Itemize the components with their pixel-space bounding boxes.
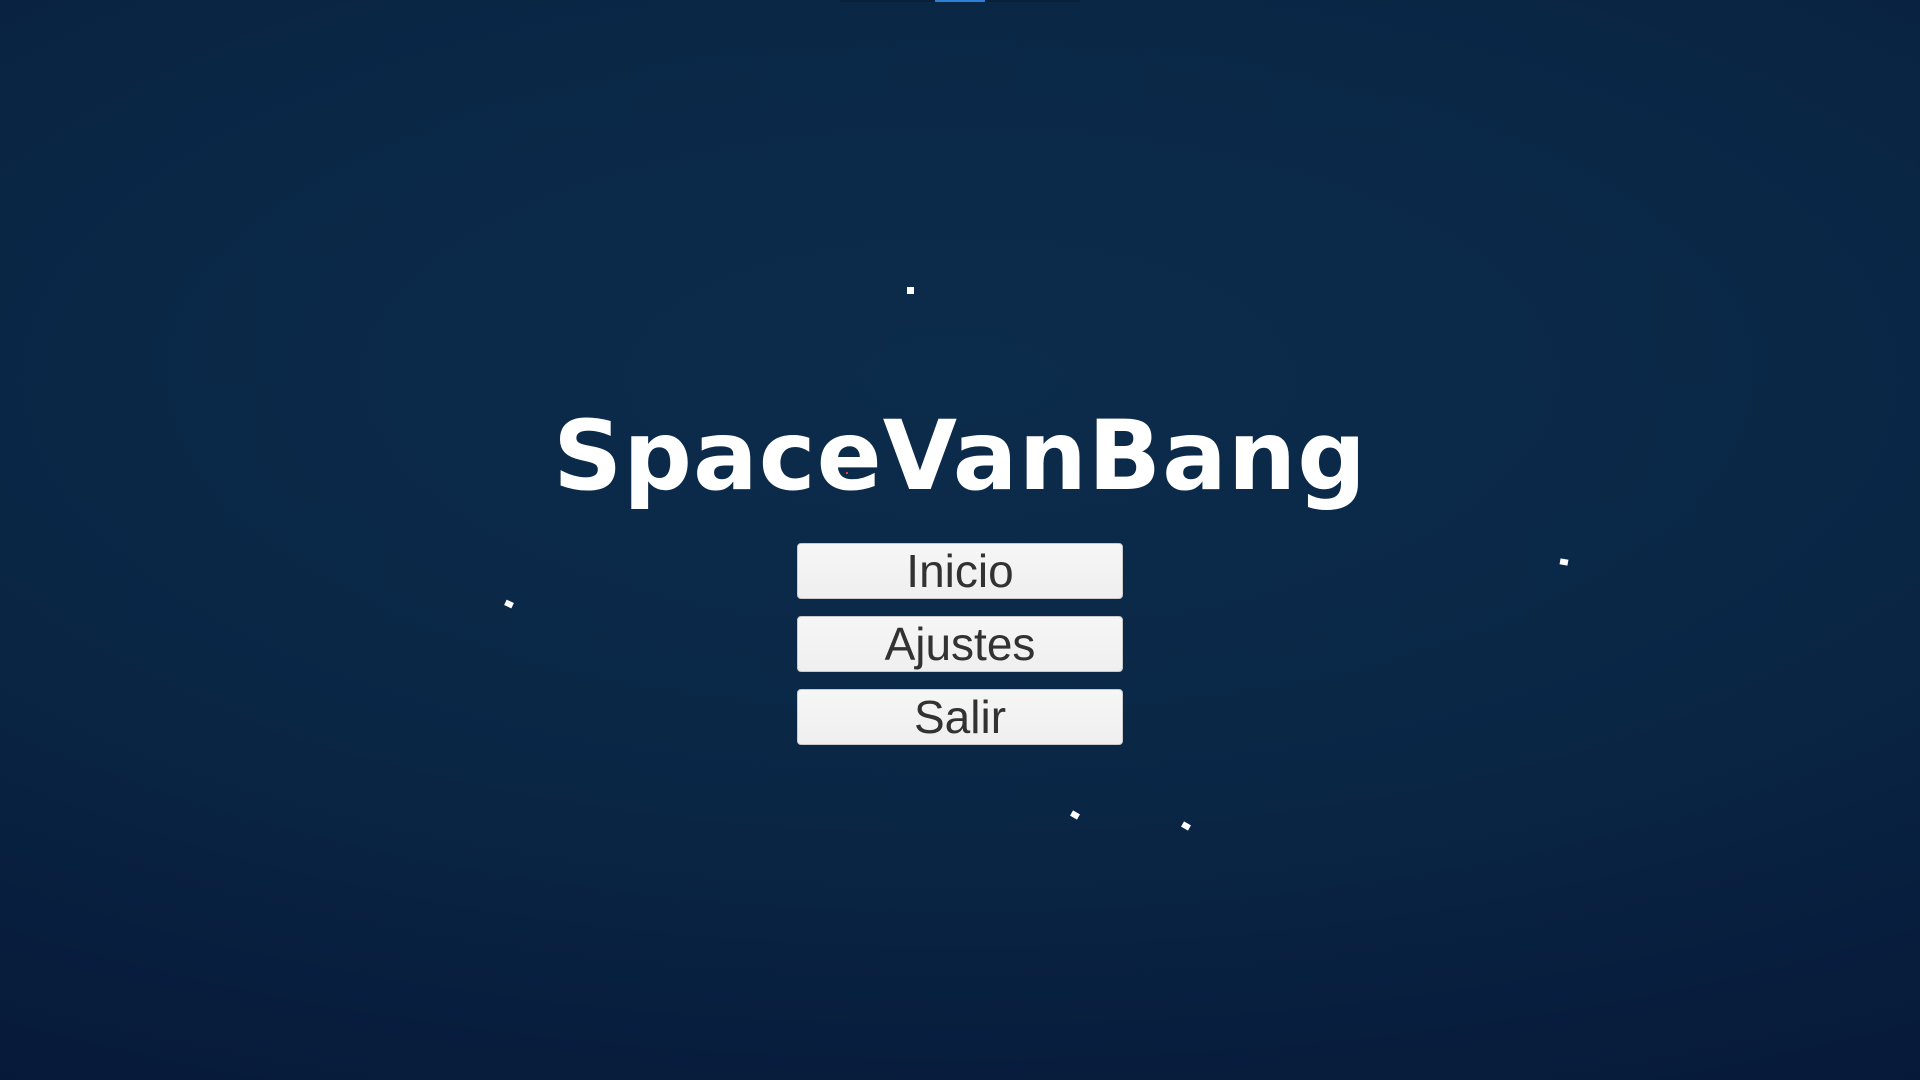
- star-particle: [1559, 558, 1569, 566]
- settings-button[interactable]: Ajustes: [797, 616, 1123, 672]
- debug-pixel: [846, 472, 848, 474]
- top-loading-bar-fill: [935, 0, 985, 2]
- star-particle: [907, 287, 914, 294]
- star-particle: [1070, 810, 1080, 820]
- main-menu: Inicio Ajustes Salir: [797, 543, 1123, 762]
- exit-button[interactable]: Salir: [797, 689, 1123, 745]
- game-title: SpaceVanBang: [553, 400, 1367, 512]
- start-button[interactable]: Inicio: [797, 543, 1123, 599]
- star-particle: [504, 599, 514, 609]
- star-particle: [1181, 821, 1191, 831]
